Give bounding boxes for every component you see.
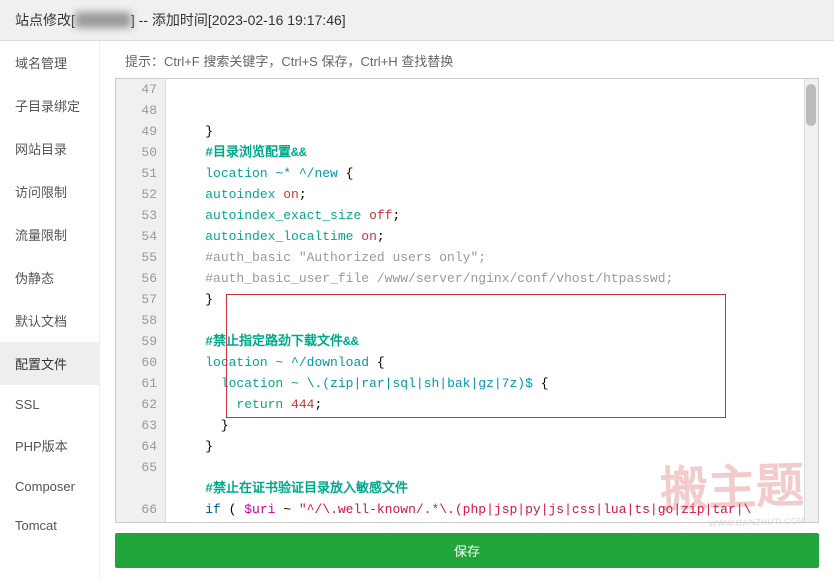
line-number: 67 [116, 520, 157, 523]
dialog-title: 站点修改[xxxxxxxx] -- 添加时间[2023-02-16 19:17:… [0, 0, 834, 41]
line-number: 47 [116, 79, 157, 100]
line-number: 54 [116, 226, 157, 247]
line-number: 60 [116, 352, 157, 373]
code-content[interactable]: } #目录浏览配置&& location ~* ^/new { autoinde… [166, 79, 818, 522]
sidebar-item-tomcat[interactable]: Tomcat [0, 506, 99, 545]
main-panel: 提示：Ctrl+F 搜索关键字，Ctrl+S 保存，Ctrl+H 查找替换 47… [100, 41, 834, 578]
site-name-blurred: xxxxxxxx [75, 12, 131, 28]
line-number: 49 [116, 121, 157, 142]
line-number: 55 [116, 247, 157, 268]
save-button[interactable]: 保存 [115, 533, 819, 568]
scrollbar-track[interactable] [804, 79, 818, 522]
line-number: 64 [116, 436, 157, 457]
code-line[interactable]: if ( $uri ~ "^/\.well-known/.*\.(php|jsp… [174, 499, 818, 522]
sidebar-item-traffic[interactable]: 流量限制 [0, 213, 99, 256]
sidebar: 域名管理子目录绑定网站目录访问限制流量限制伪静态默认文档配置文件SSLPHP版本… [0, 41, 100, 578]
code-line[interactable]: #auth_basic_user_file /www/server/nginx/… [174, 268, 818, 289]
code-line[interactable]: autoindex_localtime on; [174, 226, 818, 247]
code-line[interactable]: } [174, 289, 818, 310]
line-number: 63 [116, 415, 157, 436]
line-number: 53 [116, 205, 157, 226]
sidebar-item-subdir[interactable]: 子目录绑定 [0, 84, 99, 127]
line-number: 59 [116, 331, 157, 352]
code-line[interactable]: location ~ \.(zip|rar|sql|sh|bak|gz|7z)$… [174, 373, 818, 394]
code-line[interactable] [174, 310, 818, 331]
sidebar-item-default[interactable]: 默认文档 [0, 299, 99, 342]
line-number: 48 [116, 100, 157, 121]
code-line[interactable] [174, 457, 818, 478]
sidebar-item-rewrite[interactable]: 伪静态 [0, 256, 99, 299]
code-line[interactable]: #auth_basic "Authorized users only"; [174, 247, 818, 268]
sidebar-item-domain[interactable]: 域名管理 [0, 41, 99, 84]
sidebar-item-access[interactable]: 访问限制 [0, 170, 99, 213]
line-number: 52 [116, 184, 157, 205]
sidebar-item-config[interactable]: 配置文件 [0, 342, 99, 385]
line-number: 66 [116, 499, 157, 520]
code-line[interactable]: } [174, 436, 818, 457]
sidebar-item-composer[interactable]: Composer [0, 467, 99, 506]
sidebar-item-ssl[interactable]: SSL [0, 385, 99, 424]
code-line[interactable]: #禁止指定路劲下载文件&& [174, 331, 818, 352]
scrollbar-thumb[interactable] [806, 84, 816, 126]
line-number: 61 [116, 373, 157, 394]
code-line[interactable]: autoindex_exact_size off; [174, 205, 818, 226]
sidebar-item-webdir[interactable]: 网站目录 [0, 127, 99, 170]
line-number: 56 [116, 268, 157, 289]
code-line[interactable]: #禁止在证书验证目录放入敏感文件 [174, 478, 818, 499]
code-line[interactable]: } [174, 121, 818, 142]
sidebar-item-php[interactable]: PHP版本 [0, 424, 99, 467]
code-line[interactable]: autoindex on; [174, 184, 818, 205]
code-line[interactable]: return 444; [174, 394, 818, 415]
line-number: 51 [116, 163, 157, 184]
editor-hint: 提示：Ctrl+F 搜索关键字，Ctrl+S 保存，Ctrl+H 查找替换 [115, 51, 819, 70]
code-line[interactable]: #目录浏览配置&& [174, 142, 818, 163]
line-number: 62 [116, 394, 157, 415]
line-number: 50 [116, 142, 157, 163]
code-line[interactable]: } [174, 415, 818, 436]
code-editor[interactable]: 47484950515253545556575859606162636465 66… [115, 78, 819, 523]
line-gutter: 47484950515253545556575859606162636465 66… [116, 79, 166, 522]
code-line[interactable]: location ~* ^/new { [174, 163, 818, 184]
code-line[interactable]: location ~ ^/download { [174, 352, 818, 373]
line-number: 57 [116, 289, 157, 310]
line-number: 65 [116, 457, 157, 478]
line-number: 58 [116, 310, 157, 331]
